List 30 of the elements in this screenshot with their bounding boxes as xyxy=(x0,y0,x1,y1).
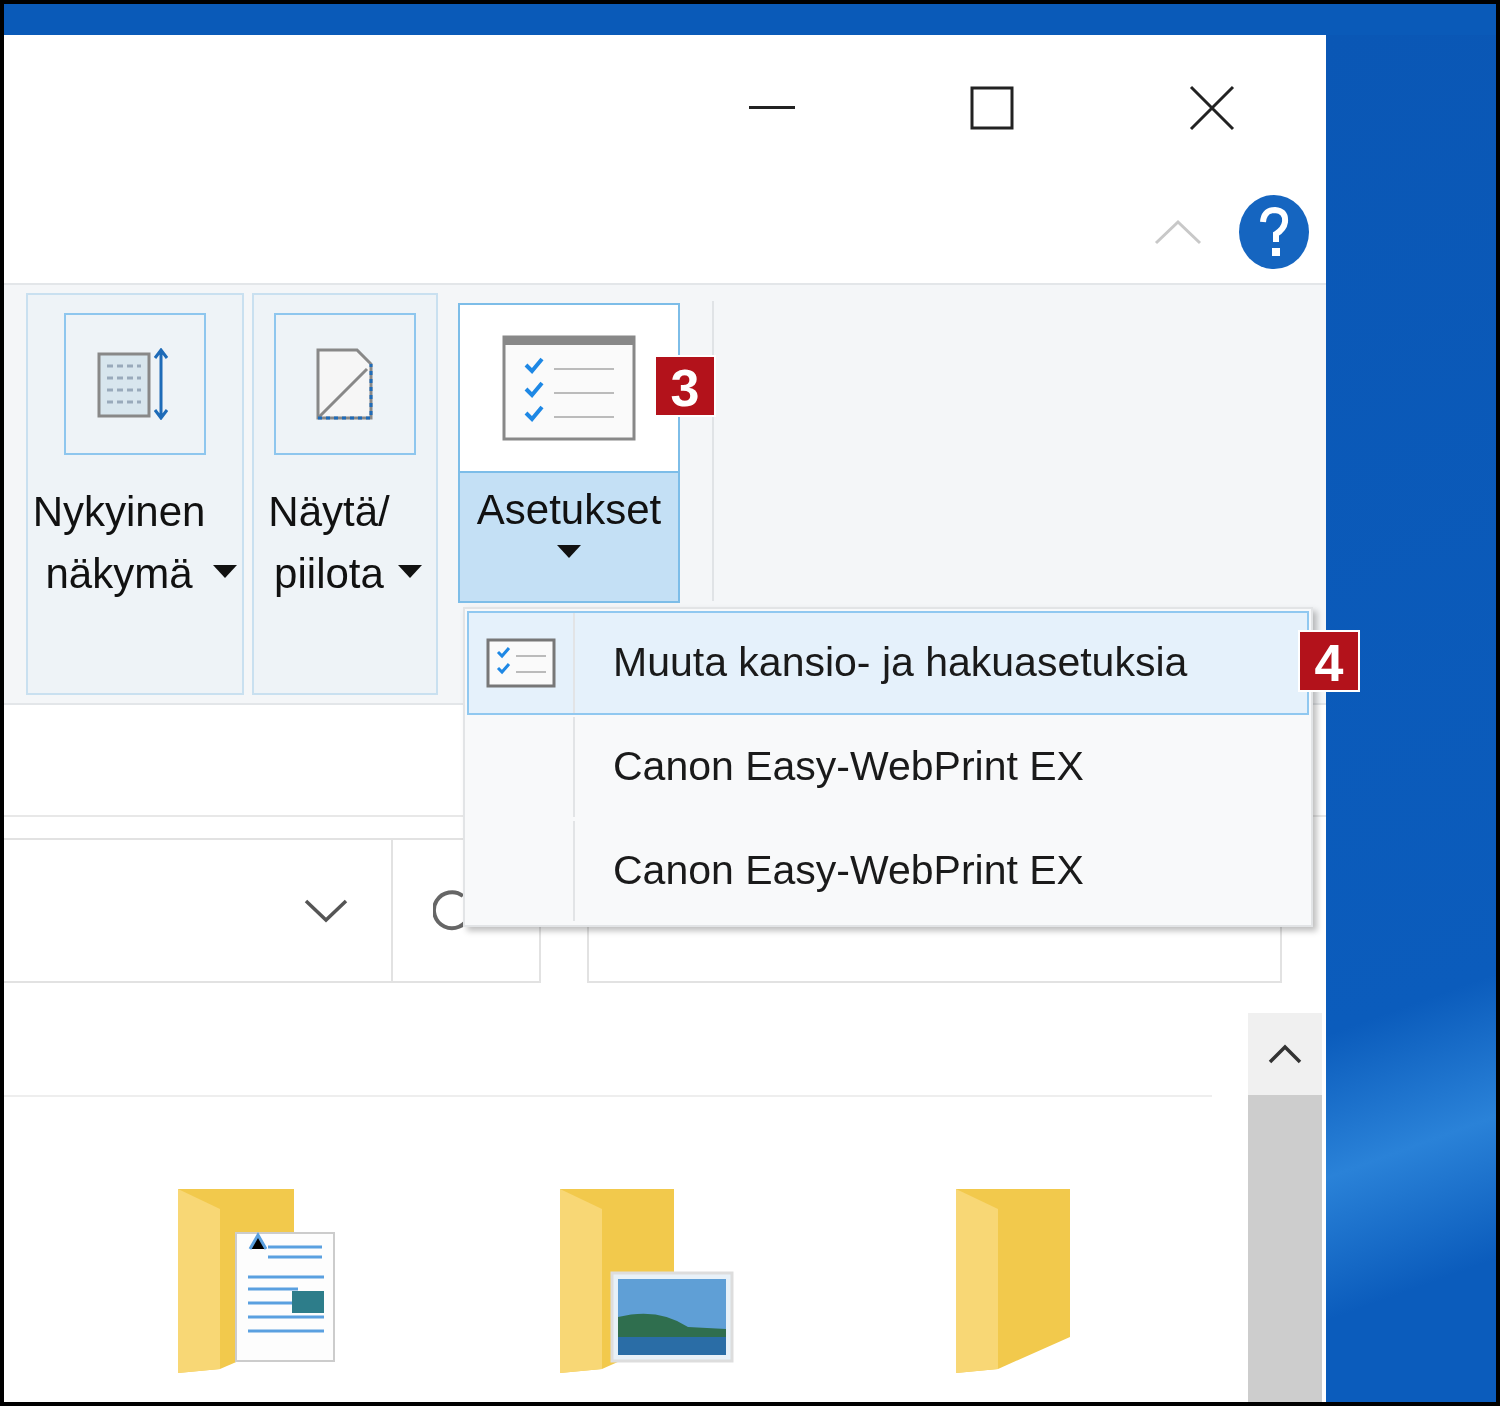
checklist-window-icon xyxy=(486,638,556,688)
chevron-down-icon[interactable] xyxy=(303,897,349,924)
pictures-folder-icon xyxy=(558,1187,734,1373)
scrollbar[interactable] xyxy=(1248,1013,1322,1402)
menu-item[interactable]: Canon Easy-WebPrint EX xyxy=(467,819,1309,923)
step-number-badge: 4 xyxy=(1298,630,1360,692)
caret-down-icon xyxy=(397,565,422,579)
close-icon xyxy=(1189,84,1235,131)
caret-down-icon xyxy=(557,545,581,559)
ribbon-button[interactable]: Näytä/ piilota xyxy=(252,293,438,695)
documents-folder-icon xyxy=(176,1187,338,1373)
ribbon-button-label: Nykyinen näkymä xyxy=(32,487,206,599)
menu-item[interactable]: Canon Easy-WebPrint EX xyxy=(467,715,1309,819)
scrollbar-thumb[interactable] xyxy=(1248,1095,1322,1402)
menu-item-label: Muuta kansio- ja hakuasetuksia xyxy=(613,638,1188,688)
caret-down-icon xyxy=(213,565,238,579)
ribbon-button-label: Asetukset xyxy=(476,485,662,535)
minimize-icon xyxy=(749,105,795,110)
ribbon-button[interactable]: Nykyinen näkymä xyxy=(26,293,244,695)
scroll-up-icon[interactable] xyxy=(1268,1044,1302,1064)
collapse-ribbon-icon[interactable] xyxy=(1154,218,1202,245)
menu-item-label: Canon Easy-WebPrint EX xyxy=(613,742,1084,792)
help-icon[interactable] xyxy=(1238,193,1310,270)
menu-item[interactable]: Muuta kansio- ja hakuasetuksia xyxy=(467,611,1309,715)
page-icon xyxy=(315,347,375,421)
step-number-badge: 3 xyxy=(654,355,716,417)
menu-item-label: Canon Easy-WebPrint EX xyxy=(613,846,1084,896)
ribbon-button-label: Näytä/ piilota xyxy=(268,487,390,599)
checklist-window-icon xyxy=(502,335,636,441)
maximize-icon xyxy=(970,85,1014,130)
